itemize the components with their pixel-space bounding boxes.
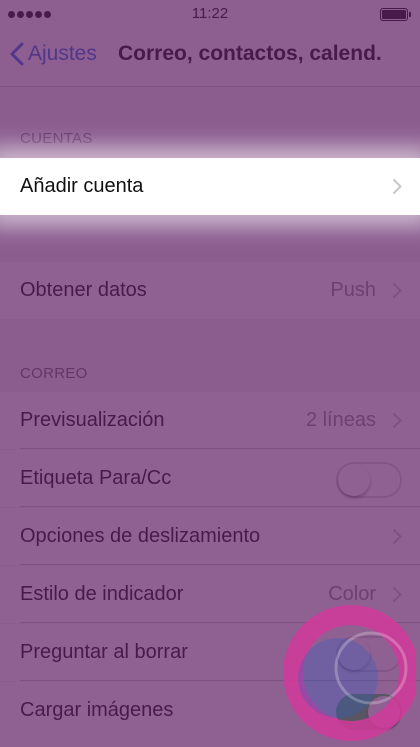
- swipe-options-row[interactable]: Opciones de deslizamiento: [0, 508, 420, 565]
- status-time: 11:22: [191, 5, 229, 22]
- swipe-options-label: Opciones de deslizamiento: [20, 525, 261, 547]
- page-title: Correo, contactos, calend.: [118, 42, 382, 65]
- fetch-data-value: Push: [330, 279, 376, 301]
- section-header-accounts: CUENTAS: [20, 130, 93, 147]
- battery-icon: [380, 8, 411, 21]
- to-cc-row: Etiqueta Para/Cc: [0, 450, 420, 507]
- fetch-data-label: Obtener datos: [20, 279, 147, 301]
- chevron-right-icon: [392, 528, 402, 545]
- to-cc-label: Etiqueta Para/Cc: [20, 467, 172, 489]
- ask-delete-label: Preguntar al borrar: [20, 641, 188, 663]
- back-button[interactable]: Ajustes: [10, 42, 97, 66]
- watermark-logo: [283, 605, 416, 741]
- fetch-data-row[interactable]: Obtener datos Push: [0, 262, 420, 319]
- chevron-left-icon: [10, 42, 24, 66]
- preview-value: 2 líneas: [305, 409, 376, 431]
- status-bar: 11:22: [0, 0, 420, 28]
- row-separator: [20, 448, 420, 449]
- load-images-label: Cargar imágenes: [20, 699, 174, 721]
- add-account-label: Añadir cuenta: [20, 175, 144, 197]
- preview-row[interactable]: Previsualización 2 líneas: [0, 392, 420, 449]
- chevron-right-icon: [392, 412, 402, 429]
- section-header-mail: CORREO: [20, 365, 88, 382]
- preview-label: Previsualización: [20, 409, 165, 431]
- row-separator: [20, 564, 420, 565]
- navigation-bar: Ajustes Correo, contactos, calend.: [0, 28, 420, 87]
- flag-style-label: Estilo de indicador: [20, 583, 184, 605]
- chevron-right-icon: [392, 282, 402, 299]
- row-separator: [20, 506, 420, 507]
- back-label: Ajustes: [28, 42, 97, 65]
- add-account-row[interactable]: Añadir cuenta: [0, 158, 420, 215]
- toggle-knob: [338, 464, 370, 496]
- to-cc-toggle[interactable]: [336, 462, 402, 498]
- chevron-right-icon: [392, 178, 402, 195]
